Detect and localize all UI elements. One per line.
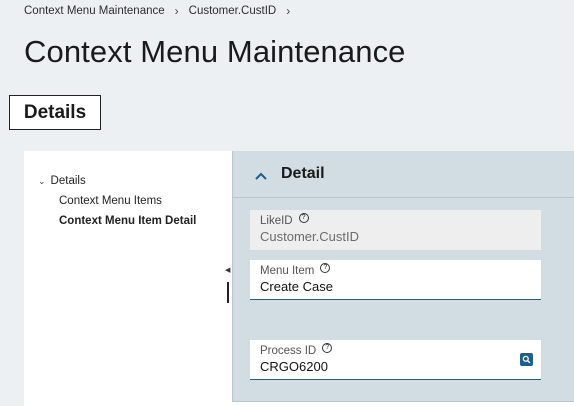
search-lookup-icon[interactable] bbox=[520, 353, 533, 366]
chevron-down-icon[interactable]: ⌄ bbox=[38, 176, 46, 187]
navigation-tree: ⌄ Details Context Menu Items Context Men… bbox=[24, 151, 232, 406]
process-id-input[interactable]: CRGO6200 bbox=[260, 359, 531, 374]
likeid-label: LikeID bbox=[260, 215, 293, 227]
menu-item-label: Menu Item bbox=[260, 265, 315, 277]
process-id-field[interactable]: Process ID ? CRGO6200 bbox=[250, 340, 541, 380]
breadcrumb-item-context-menu-maintenance[interactable]: Context Menu Maintenance bbox=[24, 5, 165, 17]
breadcrumb-separator: › bbox=[174, 4, 179, 18]
menu-item-field[interactable]: Menu Item ? Create Case bbox=[250, 260, 541, 300]
tree-node-label: Details bbox=[50, 175, 86, 187]
breadcrumb-item-customer-custid[interactable]: Customer.CustID bbox=[189, 5, 277, 17]
menu-item-input[interactable]: Create Case bbox=[260, 279, 531, 294]
help-circle-icon[interactable]: ? bbox=[322, 343, 333, 353]
help-circle-icon[interactable]: ? bbox=[298, 213, 309, 223]
likeid-value: Customer.CustID bbox=[260, 229, 359, 244]
breadcrumb: Context Menu Maintenance › Customer.Cust… bbox=[24, 4, 300, 18]
help-circle-icon[interactable]: ? bbox=[320, 263, 331, 273]
tree-item-context-menu-items[interactable]: Context Menu Items bbox=[59, 195, 162, 207]
tree-node-details[interactable]: ⌄ Details bbox=[38, 175, 86, 187]
chevron-up-icon[interactable] bbox=[255, 167, 267, 184]
tree-item-context-menu-item-detail[interactable]: Context Menu Item Detail bbox=[59, 215, 196, 227]
detail-panel: Detail LikeID ? Customer.CustID Menu Ite… bbox=[232, 151, 574, 402]
page-title: Context Menu Maintenance bbox=[24, 34, 406, 69]
content-area: ⌄ Details Context Menu Items Context Men… bbox=[24, 151, 574, 406]
process-id-label: Process ID bbox=[260, 345, 317, 357]
collapse-left-icon[interactable]: ◀ bbox=[225, 266, 230, 274]
detail-panel-title: Detail bbox=[281, 165, 325, 182]
tab-details[interactable]: Details bbox=[9, 95, 101, 130]
likeid-field: LikeID ? Customer.CustID bbox=[250, 210, 541, 250]
breadcrumb-separator: › bbox=[286, 4, 291, 18]
detail-panel-header[interactable]: Detail bbox=[233, 151, 574, 198]
splitter-handle[interactable] bbox=[227, 282, 229, 303]
